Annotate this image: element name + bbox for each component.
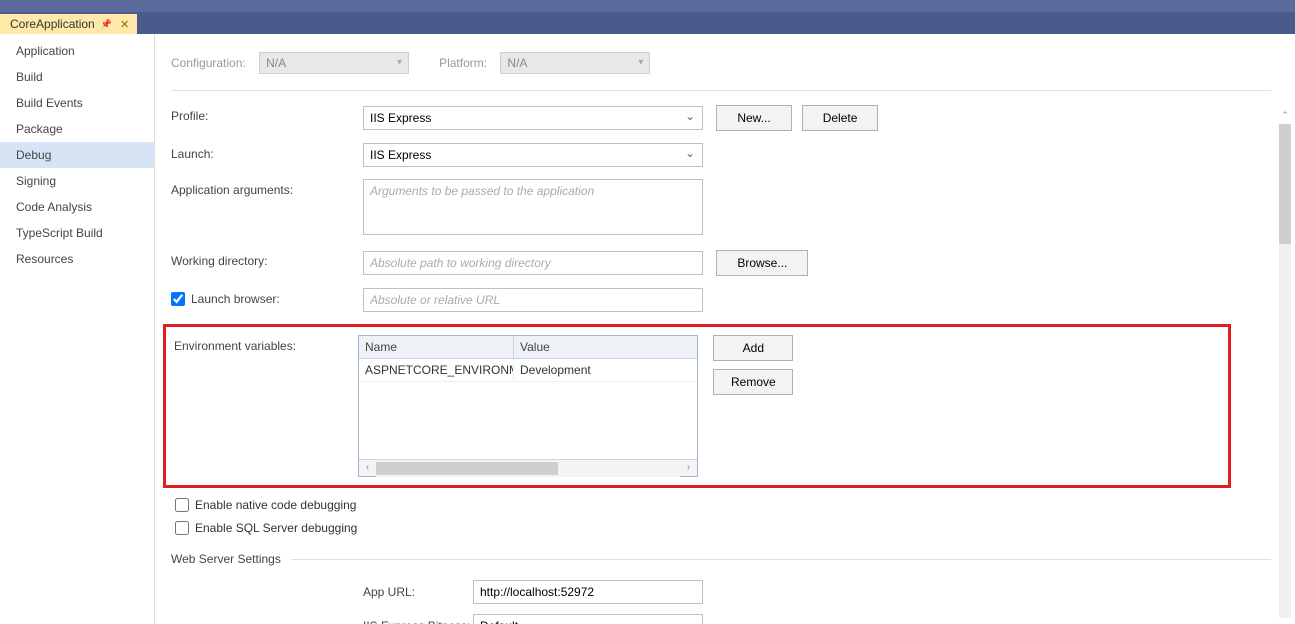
env-vars-label: Environment variables: (166, 335, 358, 353)
content-panel: Configuration: N/A Platform: N/A Profile… (155, 34, 1295, 624)
enable-sql-debug-checkbox[interactable]: Enable SQL Server debugging (175, 521, 357, 535)
scroll-thumb[interactable] (376, 462, 558, 475)
sidebar: Application Build Build Events Package D… (0, 34, 155, 624)
sql-debug-check[interactable] (175, 521, 189, 535)
remove-env-var-button[interactable]: Remove (713, 369, 793, 395)
pin-icon[interactable]: 📌 (101, 19, 112, 30)
launch-browser-url-input[interactable] (363, 288, 703, 312)
native-debug-check[interactable] (175, 498, 189, 512)
tab-title: CoreApplication (10, 17, 95, 31)
sidebar-item-debug[interactable]: Debug (0, 142, 154, 168)
scroll-left-icon[interactable]: ‹ (359, 460, 376, 477)
platform-label: Platform: (439, 56, 487, 70)
sidebar-item-typescript-build[interactable]: TypeScript Build (0, 220, 154, 246)
document-tab[interactable]: CoreApplication 📌 ✕ (0, 14, 137, 34)
environment-variables-highlight: Environment variables: Name Value ASPNET… (163, 324, 1231, 488)
vertical-scrollbar[interactable]: ⌃ ⌄ (1279, 124, 1291, 618)
browse-button[interactable]: Browse... (716, 250, 808, 276)
title-bar (0, 0, 1295, 12)
sidebar-item-resources[interactable]: Resources (0, 246, 154, 272)
env-header-value: Value (514, 336, 697, 358)
scroll-up-icon[interactable]: ⌃ (1279, 110, 1291, 124)
vertical-scroll-thumb[interactable] (1279, 124, 1291, 244)
launch-browser-check[interactable] (171, 292, 185, 306)
sidebar-item-application[interactable]: Application (0, 38, 154, 64)
web-server-section-title: Web Server Settings (171, 552, 281, 566)
env-horizontal-scrollbar[interactable]: ‹ › (359, 459, 697, 476)
sidebar-item-package[interactable]: Package (0, 116, 154, 142)
launch-browser-checkbox[interactable]: Launch browser: (171, 292, 280, 306)
launch-select[interactable]: IIS Express (363, 143, 703, 167)
working-directory-input[interactable] (363, 251, 703, 275)
working-directory-label: Working directory: (171, 250, 363, 268)
new-profile-button[interactable]: New... (716, 105, 791, 131)
iis-bitness-select[interactable]: Default (473, 614, 703, 624)
app-arguments-input[interactable] (363, 179, 703, 235)
platform-select: N/A (500, 52, 650, 74)
env-row-name: ASPNETCORE_ENVIRONMENT (359, 359, 514, 381)
scroll-down-icon[interactable]: ⌄ (1279, 618, 1291, 624)
env-header-name: Name (359, 336, 514, 358)
scroll-right-icon[interactable]: › (680, 460, 697, 477)
sidebar-item-signing[interactable]: Signing (0, 168, 154, 194)
delete-profile-button[interactable]: Delete (802, 105, 879, 131)
sidebar-item-build[interactable]: Build (0, 64, 154, 90)
close-icon[interactable]: ✕ (120, 18, 129, 31)
enable-native-debug-checkbox[interactable]: Enable native code debugging (175, 498, 356, 512)
profile-select[interactable]: IIS Express (363, 106, 703, 130)
configuration-select: N/A (259, 52, 409, 74)
app-url-label: App URL: (363, 585, 473, 599)
profile-label: Profile: (171, 105, 363, 123)
tab-strip: CoreApplication 📌 ✕ (0, 12, 1295, 34)
section-divider (291, 559, 1271, 560)
launch-label: Launch: (171, 143, 363, 161)
sidebar-item-build-events[interactable]: Build Events (0, 90, 154, 116)
app-arguments-label: Application arguments: (171, 179, 363, 197)
env-row[interactable]: ASPNETCORE_ENVIRONMENT Development (359, 359, 697, 382)
sidebar-item-code-analysis[interactable]: Code Analysis (0, 194, 154, 220)
env-vars-grid[interactable]: Name Value ASPNETCORE_ENVIRONMENT Develo… (358, 335, 698, 477)
iis-bitness-label: IIS Express Bitness: (363, 619, 473, 624)
divider (171, 90, 1271, 91)
add-env-var-button[interactable]: Add (713, 335, 793, 361)
app-url-input[interactable] (473, 580, 703, 604)
configuration-label: Configuration: (171, 56, 246, 70)
env-row-value: Development (514, 359, 697, 381)
